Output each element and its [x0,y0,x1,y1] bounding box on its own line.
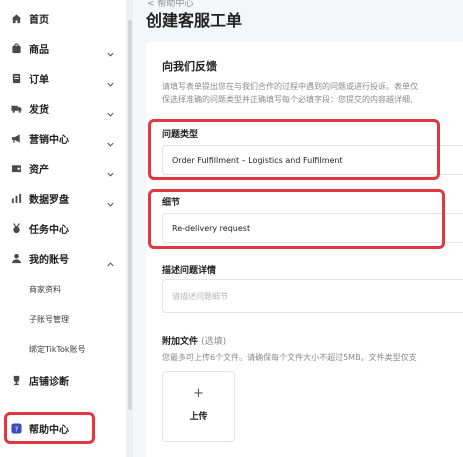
chevron-down-icon [106,44,115,57]
truck-icon [11,103,22,114]
megaphone-icon [11,133,22,144]
attach-files-label: 附加文件 (选填) [162,334,226,347]
sidebar-subitem-merchant-profile[interactable]: 商家资料 [29,281,61,297]
sidebar-item-label: 首页 [29,14,49,26]
sidebar-item-marketing[interactable]: 营销中心 [0,123,133,153]
optional-tag: (选填) [201,337,227,347]
help-center-highlight [4,412,95,444]
sidebar-item-label: 我的账号 [29,254,69,266]
sidebar-item-task-center[interactable]: 任务中心 [0,213,133,243]
sidebar-item-my-account[interactable]: 我的账号 [0,243,133,273]
attach-files-description: 您最多可上传6个文件。请确保每个文件大小不超过5MB。文件类型仅支 [162,353,417,362]
sidebar-item-orders[interactable]: 订单 [0,63,133,93]
main-content: < 帮助中心 创建客服工单 向我们反馈 请填写表单提出您在与我们合作的过程中遇到… [133,0,463,457]
chevron-down-icon [106,164,115,177]
sidebar-item-home[interactable]: 首页 [0,3,133,33]
sidebar-item-label: 任务中心 [29,224,69,236]
section-description-line: 请填写表单提出您在与我们合作的过程中遇到的问题或进行投诉。表单仅 [162,82,418,91]
sidebar-item-products[interactable]: 商品 [0,33,133,63]
wallet-icon [11,163,22,174]
detail-highlight [148,189,445,249]
sidebar-item-assets[interactable]: 资产 [0,153,133,183]
section-title: 向我们反馈 [162,60,217,73]
sidebar-subitem-subaccount-management[interactable]: 子账号管理 [29,311,69,327]
attach-files-label-text: 附加文件 [162,337,199,347]
feedback-form-card: 向我们反馈 请填写表单提出您在与我们合作的过程中遇到的问题或进行投诉。表单仅 保… [146,42,463,457]
medal-icon [11,222,22,234]
order-icon [11,73,22,84]
describe-issue-label: 描述问题详情 [162,266,217,276]
sidebar: 首页 商品 订单 发货 营销中心 资产 数据罗盘 任务中心 我的账号 商家资料 … [0,0,133,457]
bag-icon [11,42,22,54]
chevron-up-icon [106,254,115,266]
home-icon [11,13,22,24]
user-icon [11,253,22,264]
upload-label: 上传 [189,412,208,422]
chevron-down-icon [106,134,115,147]
page-title: 创建客服工单 [146,11,243,30]
chevron-down-icon [106,74,115,87]
section-description: 请填写表单提出您在与我们合作的过程中遇到的问题或进行投诉。表单仅 保选择准确的问… [162,80,463,106]
bar-chart-icon [11,193,22,204]
section-description-line: 保选择准确的问题类型并正确填写每个必填字段：您提交的内容越详细, [162,95,413,104]
sidebar-item-label: 订单 [29,74,49,86]
issue-type-highlight [148,119,440,180]
chevron-down-icon [106,194,115,207]
sidebar-item-label: 店铺诊断 [29,376,69,388]
sidebar-item-data-compass[interactable]: 数据罗盘 [0,183,133,213]
sidebar-item-label: 营销中心 [29,134,69,146]
upload-button[interactable]: + 上传 [162,371,235,442]
sidebar-item-label: 商品 [29,44,49,56]
plus-icon: + [193,386,204,401]
sidebar-item-label: 发货 [29,104,49,116]
sidebar-item-label: 资产 [29,164,49,176]
describe-issue-textarea[interactable]: 请描述问题细节 [162,279,463,313]
sidebar-item-shipping[interactable]: 发货 [0,93,133,123]
chevron-down-icon [106,104,115,117]
sidebar-item-store-diagnosis[interactable]: 店铺诊断 [0,365,133,395]
sidebar-scrollbar-thumb[interactable] [128,20,132,410]
sidebar-item-label: 数据罗盘 [29,194,69,206]
trophy-icon [11,375,22,386]
sidebar-subitem-bind-tiktok[interactable]: 绑定TikTok账号 [29,341,86,357]
